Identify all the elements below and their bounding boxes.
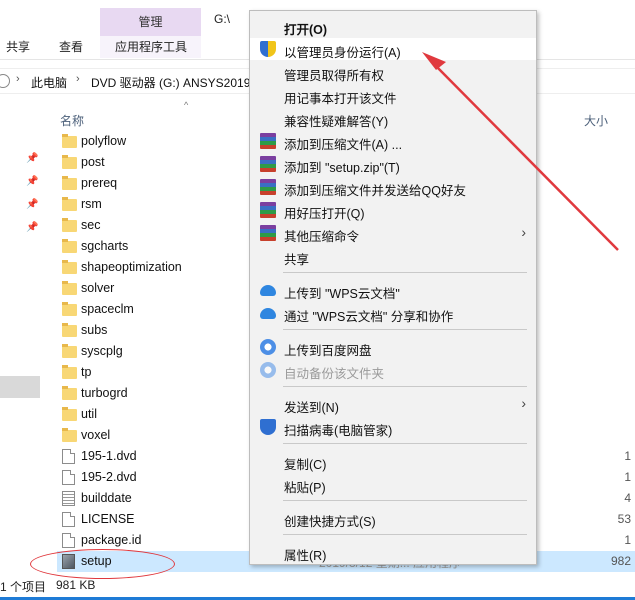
annotation-arrow bbox=[422, 52, 619, 251]
